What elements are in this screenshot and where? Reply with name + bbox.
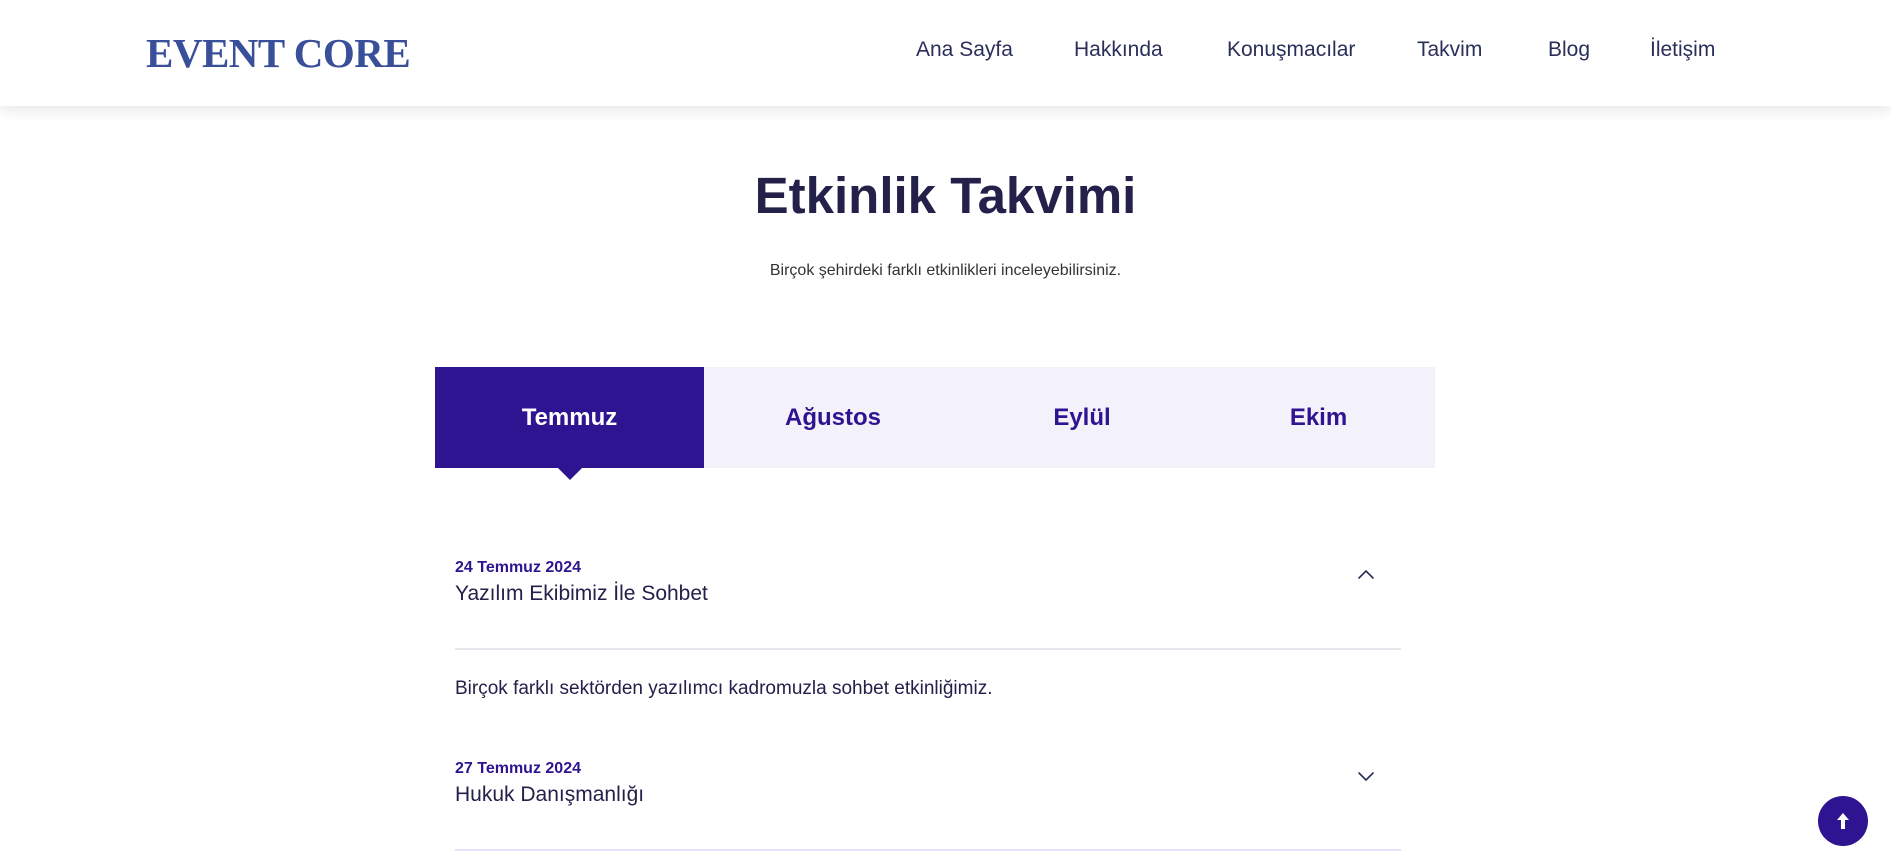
page-title: Etkinlik Takvimi: [754, 167, 1137, 224]
event-title: Hukuk Danışmanlığı: [455, 783, 645, 806]
tab-ekim[interactable]: Ekim: [1202, 367, 1435, 468]
event-divider: [455, 849, 1401, 851]
nav-link-iletisim[interactable]: İletişim: [1650, 36, 1715, 64]
chevron-down-icon[interactable]: [1356, 766, 1376, 786]
month-tabs: Temmuz Ağustos Eylül Ekim: [435, 367, 1435, 468]
tab-agustos[interactable]: Ağustos: [704, 367, 962, 468]
page-subtitle: Birçok şehirdeki farklı etkinlikleri inc…: [769, 262, 1122, 279]
tab-temmuz[interactable]: Temmuz: [435, 367, 704, 468]
event-divider: [455, 648, 1401, 650]
nav-link-konusmacilar[interactable]: Konuşmacılar: [1227, 36, 1355, 64]
event-date: 24 Temmuz 2024: [455, 559, 581, 576]
nav-link-blog[interactable]: Blog: [1548, 36, 1590, 64]
main-nav: Ana Sayfa Hakkında Konuşmacılar Takvim B…: [0, 36, 1891, 66]
scroll-to-top-button[interactable]: [1818, 796, 1868, 846]
active-tab-pointer: [558, 468, 582, 480]
site-header: EVENT CORE Ana Sayfa Hakkında Konuşmacıl…: [0, 0, 1891, 106]
nav-link-hakkinda[interactable]: Hakkında: [1074, 36, 1163, 64]
event-date: 27 Temmuz 2024: [455, 760, 581, 777]
arrow-up-icon: [1837, 813, 1849, 829]
chevron-up-icon[interactable]: [1356, 565, 1376, 585]
event-item[interactable]: 24 Temmuz 2024 Yazılım Ekibimiz İle Sohb…: [455, 558, 1401, 610]
nav-link-takvim[interactable]: Takvim: [1417, 36, 1482, 64]
nav-link-ana-sayfa[interactable]: Ana Sayfa: [916, 36, 1013, 64]
tab-eylul[interactable]: Eylül: [962, 367, 1202, 468]
event-title: Yazılım Ekibimiz İle Sohbet: [455, 582, 708, 605]
event-item[interactable]: 27 Temmuz 2024 Hukuk Danışmanlığı: [455, 759, 1401, 811]
event-description: Birçok farklı sektörden yazılımcı kadrom…: [455, 678, 993, 699]
